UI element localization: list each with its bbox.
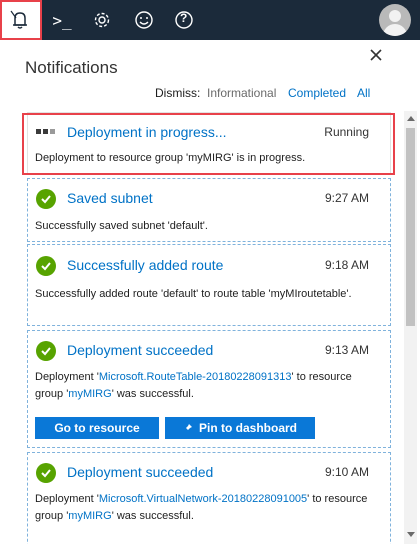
notification-message: Deployment to resource group 'myMIRG' is… [35,152,306,164]
avatar[interactable] [379,4,411,36]
success-check-icon [36,341,56,361]
message-suffix: ' was successful. [111,510,194,522]
close-button[interactable] [366,45,386,65]
deployment-link[interactable]: Microsoft.VirtualNetwork-20180228091005 [99,493,307,505]
notification-status: Running [324,125,369,139]
pin-to-dashboard-label: Pin to dashboard [198,421,297,435]
notification-card[interactable]: Saved subnet 9:27 AM Successfully saved … [27,178,391,242]
message-prefix: Deployment ' [35,493,99,505]
notification-card[interactable]: Deployment in progress... Running Deploy… [27,112,391,174]
scrollbar-thumb[interactable] [406,128,415,326]
notification-time: 9:10 AM [324,465,369,479]
success-check-icon [36,189,56,209]
dismiss-label: Dismiss: [155,86,201,100]
notification-card[interactable]: Deployment succeeded 9:10 AM Deployment … [27,452,391,544]
go-to-resource-label: Go to resource [54,421,140,435]
scroll-up-button[interactable] [404,111,417,125]
notification-time: 9:18 AM [324,258,369,272]
success-check-icon [36,463,56,483]
notification-card[interactable]: Successfully added route 9:18 AM Success… [27,244,391,326]
deployment-link[interactable]: Microsoft.RouteTable-20180228091313 [99,371,292,383]
notification-message: Deployment 'Microsoft.RouteTable-2018022… [35,369,380,403]
settings-button[interactable] [82,0,122,40]
top-bar: >_ ? [0,0,420,40]
smiley-icon [135,11,153,29]
cloud-shell-icon: >_ [52,10,72,30]
chevron-up-icon [406,116,415,121]
notification-list: Deployment in progress... Running Deploy… [27,112,391,544]
progress-dots-icon [36,129,55,134]
chevron-down-icon [406,532,415,537]
notification-message: Successfully saved subnet 'default'. [35,220,208,232]
dismiss-all-link[interactable]: All [357,86,370,100]
pin-to-dashboard-button[interactable]: Pin to dashboard [165,417,315,439]
dismiss-completed-link[interactable]: Completed [288,86,346,100]
notification-message: Successfully added route 'default' to ro… [35,288,352,300]
bell-icon [10,10,27,29]
notification-time: 9:13 AM [324,343,369,357]
success-check-icon [36,256,56,276]
resource-group-link[interactable]: myMIRG [68,510,111,522]
pin-icon [183,424,192,432]
notification-time: 9:27 AM [324,191,369,205]
notification-title[interactable]: Saved subnet [67,190,153,206]
notifications-button[interactable] [0,0,40,40]
scroll-down-button[interactable] [404,528,417,542]
message-prefix: Deployment ' [35,371,99,383]
go-to-resource-button[interactable]: Go to resource [35,417,159,439]
notification-card[interactable]: Deployment succeeded 9:13 AM Deployment … [27,330,391,448]
cloud-shell-button[interactable]: >_ [42,0,82,40]
feedback-button[interactable] [124,0,164,40]
message-suffix: ' was successful. [111,388,194,400]
panel-title: Notifications [25,58,118,77]
notification-message: Deployment 'Microsoft.VirtualNetwork-201… [35,491,380,525]
help-glyph: ? [180,11,188,25]
notification-title[interactable]: Deployment succeeded [67,464,213,480]
resource-group-link[interactable]: myMIRG [68,388,111,400]
notification-title[interactable]: Successfully added route [67,257,223,273]
dismiss-informational-link[interactable]: Informational [207,86,276,100]
avatar-head [389,10,401,22]
notification-title[interactable]: Deployment succeeded [67,342,213,358]
help-button[interactable]: ? [164,0,204,40]
avatar-body [383,24,407,36]
gear-icon [94,12,110,28]
close-icon [370,49,382,61]
notification-title[interactable]: Deployment in progress... [67,124,227,140]
